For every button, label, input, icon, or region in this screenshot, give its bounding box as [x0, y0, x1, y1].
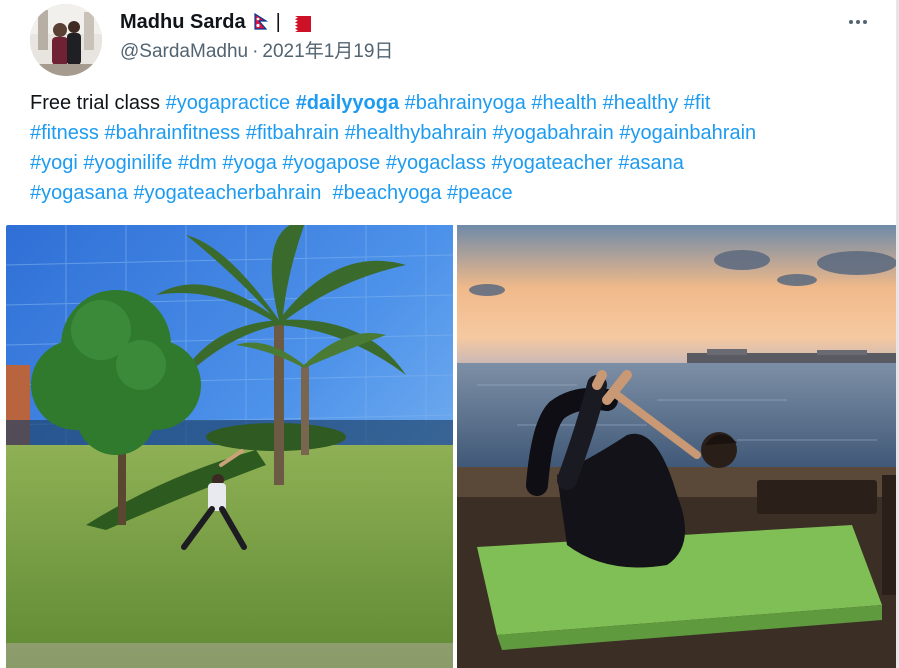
hashtag-link[interactable]: #healthybahrain: [345, 122, 487, 144]
hashtag-link[interactable]: #yogi: [30, 152, 78, 174]
author-name-row[interactable]: Madhu Sarda |: [120, 10, 311, 34]
nepal-flag-icon: [253, 12, 268, 31]
hashtag-link[interactable]: #yogabahrain: [493, 122, 614, 144]
hashtag-link[interactable]: #peace: [447, 182, 513, 204]
media-grid: [6, 225, 899, 668]
author-display-name[interactable]: Madhu Sarda: [120, 10, 246, 34]
hashtag-link[interactable]: #fitness: [30, 122, 99, 144]
author-handle[interactable]: @SardaMadhu: [120, 41, 248, 62]
hashtag-link[interactable]: #yogapractice: [166, 92, 291, 114]
hashtag-link[interactable]: #healthy: [603, 92, 679, 114]
hashtag-link[interactable]: #yogaclass: [386, 152, 486, 174]
author-meta: @SardaMadhu · 2021年1月19日: [120, 40, 393, 64]
hashtag-link[interactable]: #yogainbahrain: [619, 122, 756, 144]
hashtag-link[interactable]: #fitbahrain: [246, 122, 339, 144]
hashtag-link[interactable]: #bahrainyoga: [405, 92, 526, 114]
meta-dot: ·: [252, 41, 259, 62]
hashtag-link[interactable]: #bahrainfitness: [105, 122, 241, 144]
photo-yoga-palm-tree[interactable]: [6, 225, 453, 668]
hashtag-link[interactable]: #yogapose: [282, 152, 380, 174]
hashtag-link[interactable]: #yogasana: [30, 182, 128, 204]
hashtag-link[interactable]: #yogateacherbahrain: [133, 182, 321, 204]
hashtag-link[interactable]: #yoginilife: [83, 152, 172, 174]
bahrain-flag-icon: [288, 14, 311, 32]
tweet-text: Free trial class #yogapractice #dailyyog…: [30, 88, 880, 208]
hashtag-link[interactable]: #health: [531, 92, 597, 114]
tweet-intro: Free trial class: [30, 92, 161, 114]
name-separator: |: [275, 11, 281, 33]
hashtag-link[interactable]: #yoga: [222, 152, 277, 174]
hashtag-link[interactable]: #dm: [178, 152, 217, 174]
hashtag-link[interactable]: #dailyyoga: [296, 92, 399, 114]
hashtag-link[interactable]: #beachyoga: [332, 182, 441, 204]
avatar[interactable]: [30, 4, 102, 76]
photo-yoga-sunset-sea[interactable]: [457, 225, 899, 668]
tweet-date[interactable]: 2021年1月19日: [262, 41, 393, 62]
tweet-card: Madhu Sarda | @SardaMadhu · 2021年1月19日 Fre…: [0, 0, 899, 668]
hashtag-link[interactable]: #yogateacher: [491, 152, 612, 174]
hashtag-link[interactable]: #fit: [684, 92, 711, 114]
hashtag-link[interactable]: #asana: [618, 152, 684, 174]
more-options-icon[interactable]: [843, 10, 873, 34]
